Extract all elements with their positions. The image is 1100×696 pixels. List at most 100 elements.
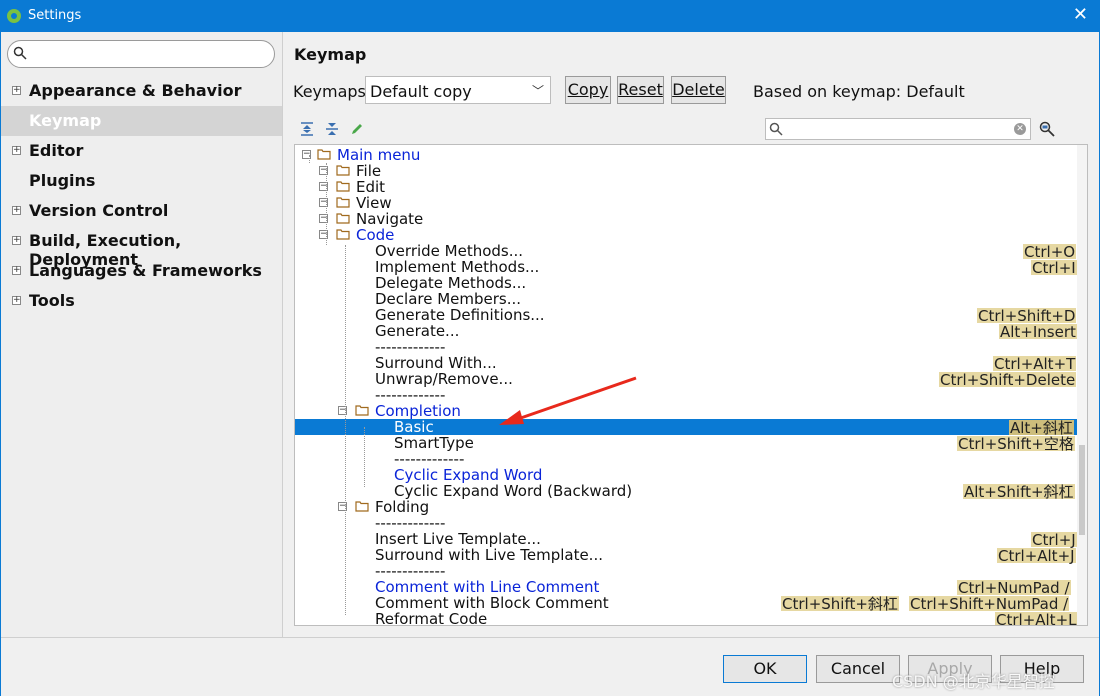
tree-node[interactable]: Cyclic Expand Word (Backward) Alt+Shift+斜… <box>295 482 1079 500</box>
tree-node[interactable]: Insert Live Template... Ctrl+J <box>295 530 1079 548</box>
sidebar-item-label: Languages & Frameworks <box>29 261 262 280</box>
tree-node-label: Cyclic Expand Word (Backward) <box>394 482 633 500</box>
tree-node[interactable]: Reformat Code Ctrl+Alt+L <box>295 611 1079 626</box>
expand-icon[interactable]: + <box>12 236 21 245</box>
tree-node[interactable]: Comment with Line Comment Ctrl+NumPad / <box>295 579 1079 597</box>
clear-icon[interactable]: ✕ <box>1014 123 1026 135</box>
delete-button[interactable]: Delete <box>671 76 726 104</box>
expand-icon[interactable]: + <box>12 146 21 155</box>
tree-node[interactable]: Declare Members... <box>295 291 1079 307</box>
tree-node-label: File <box>356 162 382 180</box>
sidebar-item-version-control[interactable]: + Version Control <box>1 196 282 226</box>
reset-button[interactable]: Reset <box>617 76 664 104</box>
tree-node-label: Surround with Live Template... <box>375 546 603 564</box>
expand-all-icon[interactable] <box>299 121 315 137</box>
sidebar-item-editor[interactable]: + Editor <box>1 136 282 166</box>
folder-icon <box>336 197 350 208</box>
shortcut-badge: Ctrl+NumPad / <box>957 579 1071 597</box>
expand-icon[interactable]: + <box>12 86 21 95</box>
tree-node-label: Generate... <box>375 322 460 340</box>
tree-node-label: Declare Members... <box>375 290 522 308</box>
tree-node-label: Cyclic Expand Word <box>394 466 543 484</box>
sidebar-item-languages-frameworks[interactable]: + Languages & Frameworks <box>1 256 282 286</box>
tree-node[interactable]: Surround With... Ctrl+Alt+T <box>295 355 1079 373</box>
tree-node[interactable]: − Folding <box>295 499 1079 515</box>
tree-node[interactable]: Unwrap/Remove... Ctrl+Shift+Delete <box>295 371 1079 388</box>
copy-button[interactable]: Copy <box>565 76 611 104</box>
sidebar-item-label: Tools <box>29 291 75 310</box>
keymap-action-tree[interactable]: − Main menu − File − Edit − View − Navigate − Code O… <box>294 144 1088 626</box>
tree-vertical-scrollbar[interactable] <box>1077 145 1087 625</box>
settings-window: + Appearance & Behavior Keymap + Editor Plugi… <box>0 32 1100 696</box>
separator[interactable]: ------------- <box>295 515 1079 531</box>
separator[interactable]: ------------- <box>295 387 1079 403</box>
tree-node-label: ------------- <box>375 514 446 532</box>
tree-node-label: ------------- <box>375 338 446 356</box>
tree-node[interactable]: Override Methods... Ctrl+O <box>295 242 1079 260</box>
tree-node[interactable]: − Navigate <box>295 211 1079 227</box>
tree-node[interactable]: − Code <box>295 227 1079 243</box>
folder-icon <box>355 405 369 416</box>
sidebar-item-label: Appearance & Behavior <box>29 81 242 100</box>
expand-icon[interactable]: + <box>12 266 21 275</box>
settings-search-input[interactable] <box>7 40 275 68</box>
folder-icon <box>336 229 350 240</box>
tree-node-label: ------------- <box>375 386 446 404</box>
tree-node-label: Implement Methods... <box>375 258 540 276</box>
sidebar-item-label: Version Control <box>29 201 169 220</box>
window-title-bar: Settings ✕ <box>0 0 1100 32</box>
close-icon[interactable]: ✕ <box>1073 5 1088 25</box>
shortcut-badge: Ctrl+Alt+L <box>995 611 1078 626</box>
sidebar-item-appearance-behavior[interactable]: + Appearance & Behavior <box>1 76 282 106</box>
tree-node-label: Generate Definitions... <box>375 306 545 324</box>
tree-node[interactable]: Basic Alt+斜杠 <box>295 419 1079 436</box>
folder-icon <box>355 501 369 512</box>
shortcut-badge: Ctrl+Alt+T <box>993 355 1077 373</box>
tree-node-label: Insert Live Template... <box>375 530 541 548</box>
tree-node-label: Completion <box>375 402 461 420</box>
separator[interactable]: ------------- <box>295 563 1079 579</box>
shortcut-badge: Ctrl+Shift+斜杠 <box>781 595 899 613</box>
tree-node[interactable]: Generate... Alt+Insert <box>295 322 1079 341</box>
tree-node[interactable]: SmartType Ctrl+Shift+空格 <box>295 435 1079 452</box>
sidebar-item-build-execution-deployment[interactable]: + Build, Execution, Deployment <box>1 226 282 269</box>
sidebar-item-tools[interactable]: + Tools <box>1 286 282 316</box>
cancel-button[interactable]: Cancel <box>816 655 900 683</box>
shortcut-filter-input[interactable]: ✕ <box>765 118 1031 140</box>
tree-node-label: ------------- <box>394 450 465 468</box>
tree-node-label: Folding <box>375 498 430 516</box>
tree-node[interactable]: Cyclic Expand Word <box>295 467 1079 483</box>
separator[interactable]: ------------- <box>295 339 1079 355</box>
page-title: Keymap <box>294 45 367 64</box>
shortcut-badge: Ctrl+I <box>1031 259 1077 277</box>
scrollbar-thumb[interactable] <box>1079 445 1085 535</box>
ok-button[interactable]: OK <box>723 655 807 683</box>
tree-node[interactable]: − Main menu <box>295 147 1079 163</box>
tree-node[interactable]: Delegate Methods... <box>295 275 1079 291</box>
tree-node[interactable]: − View <box>295 195 1079 211</box>
tree-node-label: Override Methods... <box>375 242 524 260</box>
tree-node[interactable]: − File <box>295 163 1079 179</box>
tree-node[interactable]: Generate Definitions... Ctrl+Shift+D <box>295 306 1079 324</box>
tree-node[interactable]: − Edit <box>295 179 1079 195</box>
tree-node[interactable]: Comment with Block Comment Ctrl+Shift+Num… <box>295 595 1079 613</box>
keymap-select[interactable]: Default copy ﹀ <box>365 76 551 104</box>
edit-shortcut-icon[interactable] <box>349 121 365 137</box>
sidebar-item-plugins[interactable]: Plugins <box>1 166 282 196</box>
sidebar-item-keymap[interactable]: Keymap <box>1 106 282 136</box>
tree-node-label: Navigate <box>356 210 424 228</box>
expand-icon[interactable]: + <box>12 296 21 305</box>
based-on-keymap-label: Based on keymap: Default <box>753 82 965 101</box>
keymap-panel: Keymap Keymaps: Default copy ﹀ Copy Rese… <box>283 32 1100 637</box>
tree-node[interactable]: − Completion <box>295 403 1079 419</box>
watermark-text: CSDN @北京华星智控 <box>892 672 1055 691</box>
tree-node[interactable]: Implement Methods... Ctrl+I <box>295 258 1079 277</box>
expand-icon[interactable]: + <box>12 206 21 215</box>
tree-node[interactable]: Surround with Live Template... Ctrl+Alt+J <box>295 546 1079 564</box>
folder-icon <box>317 149 331 160</box>
search-icon <box>769 122 783 136</box>
separator[interactable]: ------------- <box>295 451 1079 467</box>
collapse-all-icon[interactable] <box>324 121 340 137</box>
find-by-shortcut-icon[interactable] <box>1039 121 1055 137</box>
shortcut-badge: Alt+Insert <box>999 323 1077 341</box>
